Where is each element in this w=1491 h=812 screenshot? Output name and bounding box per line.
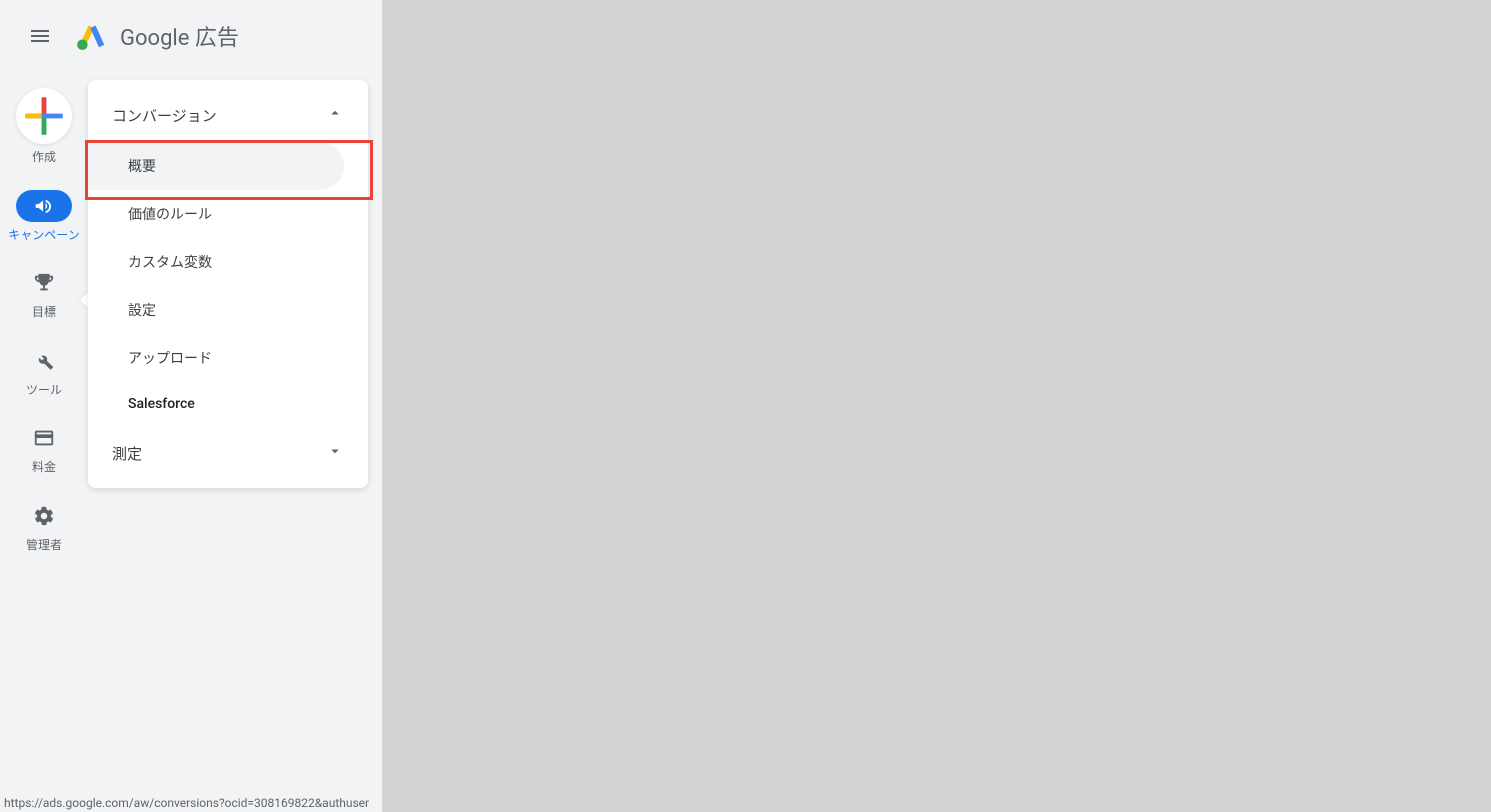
campaigns-pill <box>16 190 72 222</box>
chevron-up-icon <box>326 104 344 126</box>
plus-icon <box>16 88 72 144</box>
goals-submenu: コンバージョン 概要 価値のルール カスタム変数 設定 アップロード Sales… <box>88 80 368 488</box>
trophy-icon <box>33 272 55 294</box>
submenu-item-salesforce[interactable]: Salesforce <box>88 382 368 426</box>
upload-label: アップロード <box>128 351 212 367</box>
product-name: Google 広告 <box>120 20 239 52</box>
rail-admin-button[interactable]: 管理者 <box>0 500 88 554</box>
submenu-item-value-rules[interactable]: 価値のルール <box>88 190 368 238</box>
tools-icon <box>33 350 55 372</box>
main-content-area <box>382 0 1491 812</box>
salesforce-label: Salesforce <box>128 396 195 412</box>
rail-billing-button[interactable]: 料金 <box>0 422 88 476</box>
conversions-label: コンバージョン <box>112 105 217 126</box>
rail-campaigns-button[interactable]: キャンペーン <box>0 190 88 244</box>
rail-campaigns-label: キャンペーン <box>8 228 79 244</box>
logo-section: Google 広告 <box>76 20 239 52</box>
overview-label: 概要 <box>128 159 156 175</box>
submenu-item-settings[interactable]: 設定 <box>88 286 368 334</box>
billing-icon-wrap <box>16 422 72 454</box>
credit-card-icon <box>33 427 55 449</box>
rail-goals-button[interactable]: 目標 <box>0 267 88 321</box>
settings-label: 設定 <box>128 303 156 319</box>
hamburger-menu-button[interactable] <box>16 12 64 60</box>
rail-create-label: 作成 <box>32 150 56 166</box>
rail-goals-label: 目標 <box>32 305 56 321</box>
rail-create-button[interactable]: 作成 <box>0 88 88 166</box>
rail-admin-label: 管理者 <box>26 538 62 554</box>
custom-vars-label: カスタム変数 <box>128 255 212 271</box>
browser-status-url: https://ads.google.com/aw/conversions?oc… <box>0 794 382 812</box>
rail-tools-button[interactable]: ツール <box>0 345 88 399</box>
tools-icon-wrap <box>16 345 72 377</box>
value-rules-label: 価値のルール <box>128 207 212 223</box>
admin-icon-wrap <box>16 500 72 532</box>
google-ads-logo-icon <box>76 22 108 50</box>
chevron-down-icon <box>326 442 344 464</box>
measurement-label: 測定 <box>112 443 142 464</box>
hamburger-icon <box>28 24 52 48</box>
rail-billing-label: 料金 <box>32 460 56 476</box>
submenu-item-upload[interactable]: アップロード <box>88 334 368 382</box>
left-nav-rail: 作成 キャンペーン 目標 ツール 料金 <box>0 72 88 812</box>
submenu-section-conversions[interactable]: コンバージョン <box>88 88 368 142</box>
submenu-section-measurement[interactable]: 測定 <box>88 426 368 480</box>
megaphone-icon <box>33 195 55 217</box>
rail-tools-label: ツール <box>26 383 62 399</box>
submenu-item-overview[interactable]: 概要 <box>88 142 344 190</box>
gear-icon <box>33 505 55 527</box>
submenu-item-custom-vars[interactable]: カスタム変数 <box>88 238 368 286</box>
goals-icon-wrap <box>16 267 72 299</box>
plus-circle <box>16 88 72 144</box>
